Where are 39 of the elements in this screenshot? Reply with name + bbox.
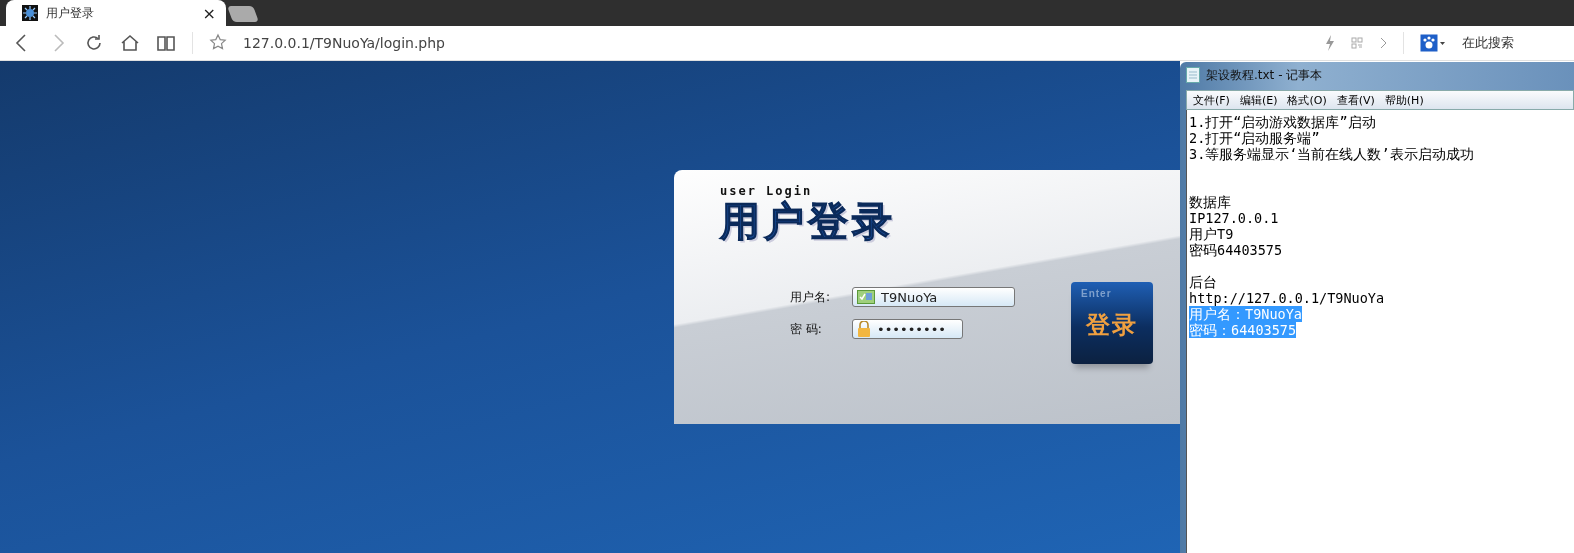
notepad-icon xyxy=(1186,67,1200,83)
text-line: 2.打开“启动服务端” xyxy=(1189,130,1320,146)
favicon-icon xyxy=(22,5,38,21)
password-field[interactable]: ••••••••• xyxy=(852,319,963,339)
book-icon[interactable] xyxy=(156,33,176,53)
paw-icon[interactable] xyxy=(1420,34,1446,52)
text-line: 用户T9 xyxy=(1189,226,1234,242)
field-label: 用户名: xyxy=(790,288,832,306)
window-title: 架设教程.txt - 记事本 xyxy=(1206,66,1323,84)
browser-tab[interactable]: 用户登录 × xyxy=(6,0,226,26)
user-card-icon xyxy=(857,290,875,304)
login-subtitle: user Login xyxy=(720,184,814,198)
new-tab-icon[interactable] xyxy=(227,6,259,22)
menu-item[interactable]: 文件(F) xyxy=(1193,92,1230,108)
tab-close-button[interactable]: × xyxy=(202,3,216,23)
address-bar[interactable]: 127.0.0.1/T9NuoYa/login.php xyxy=(243,35,1309,51)
text-editor[interactable]: 1.打开“启动游戏数据库”启动 2.打开“启动服务端” 3.等服务端显示‘当前在线人数’表示启动成功 数据库 IP127.0.0.1 用户T9 密码64403575 后台 http://127.0.0.1/T9NuoYa 用户名：T9NuoYa 密码：64403575 xyxy=(1186,110,1574,553)
menu-item[interactable]: 查看(V) xyxy=(1336,92,1375,108)
home-icon[interactable] xyxy=(120,33,140,53)
chevron-icon[interactable] xyxy=(1379,37,1387,49)
username-field[interactable]: T9NuoYa xyxy=(852,287,1015,307)
text-line: 后台 xyxy=(1189,274,1217,290)
text-line: IP127.0.0.1 xyxy=(1189,210,1279,226)
text-line: 3.等服务端显示‘当前在线人数’表示启动成功 xyxy=(1189,146,1474,162)
text-line: 1.打开“启动游戏数据库”启动 xyxy=(1189,114,1376,130)
reload-icon[interactable] xyxy=(84,33,104,53)
menu-item[interactable]: 帮助(H) xyxy=(1384,92,1424,108)
text-line: 密码64403575 xyxy=(1189,242,1283,258)
search-field[interactable]: 在此搜索 xyxy=(1462,34,1562,52)
login-button[interactable]: Enter 登录 xyxy=(1071,282,1153,364)
field-label: 密 码: xyxy=(790,320,823,338)
login-title: 用户登录 xyxy=(720,198,896,244)
tab-title: 用户登录 xyxy=(46,4,95,22)
menu-item[interactable]: 格式(O) xyxy=(1287,92,1327,108)
menu-item[interactable]: 编辑(E) xyxy=(1239,92,1278,108)
lightning-icon[interactable] xyxy=(1325,35,1335,51)
lock-icon xyxy=(857,321,871,337)
text-line: http://127.0.0.1/T9NuoYa xyxy=(1189,290,1385,306)
text-line: 数据库 xyxy=(1189,194,1231,210)
